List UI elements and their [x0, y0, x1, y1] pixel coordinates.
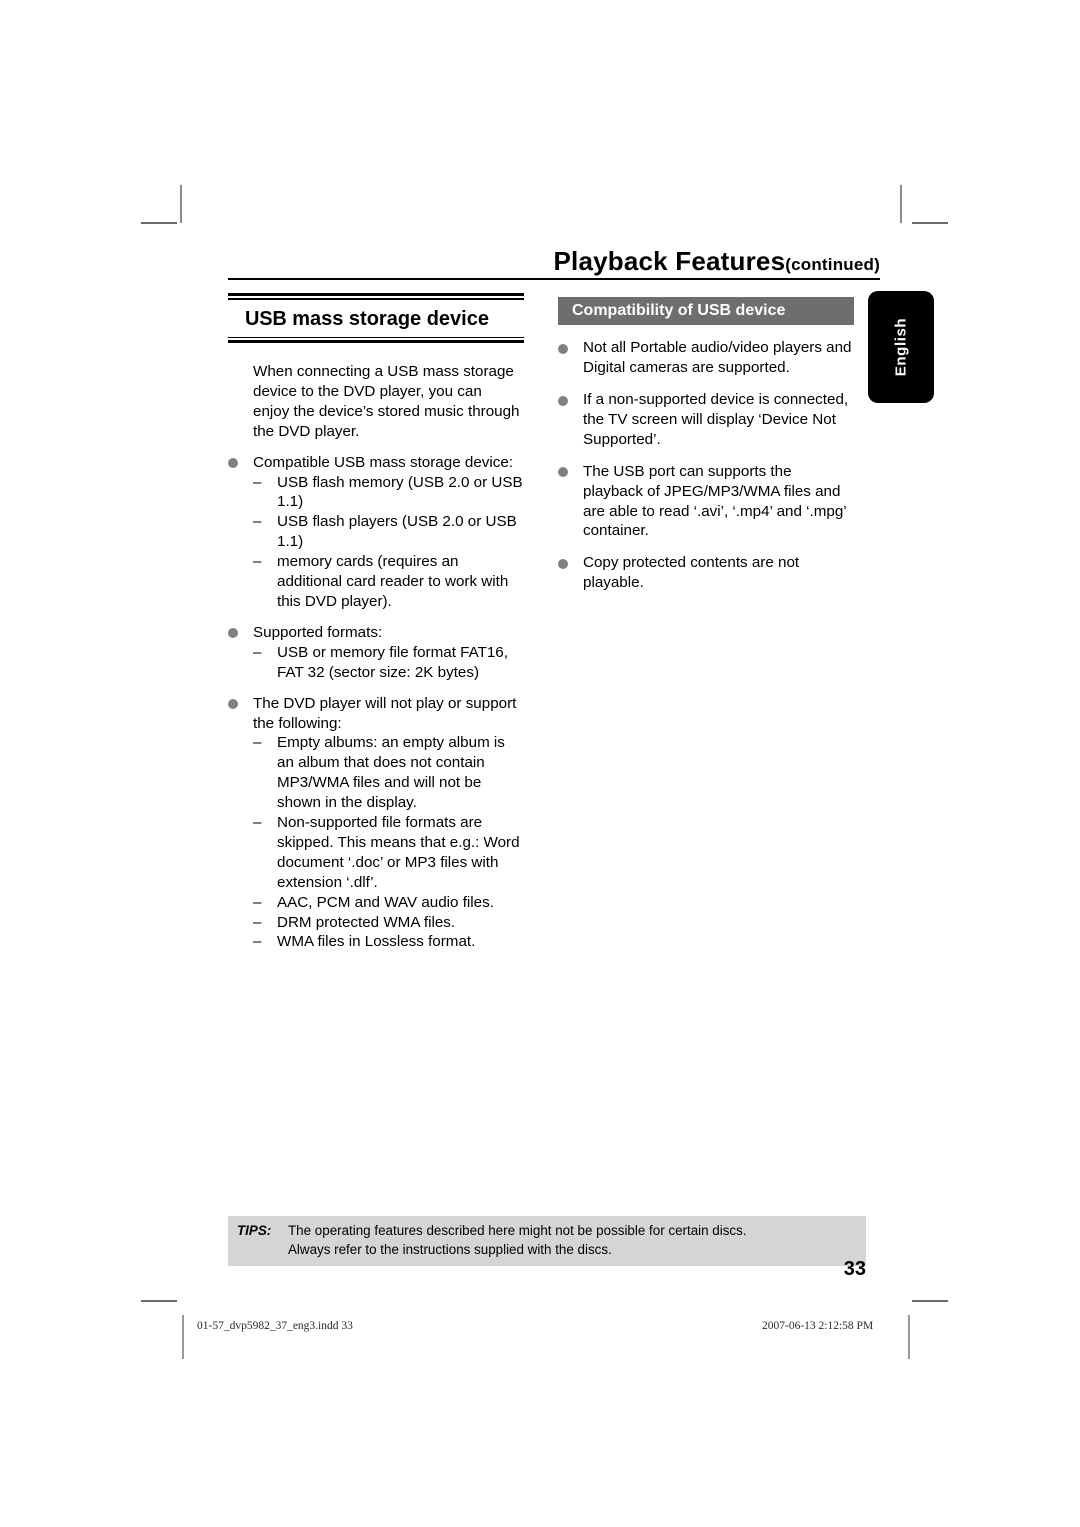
sub-list: – USB or memory file format FAT16, FAT 3…	[253, 643, 524, 683]
crop-mark-top-right-vertical	[900, 185, 902, 223]
sub-list-text: USB or memory file format FAT16, FAT 32 …	[277, 643, 508, 681]
sub-list-item: – USB or memory file format FAT16, FAT 3…	[253, 643, 524, 683]
list-item: Not all Portable audio/video players and…	[558, 338, 854, 378]
sub-list-item: – WMA files in Lossless format.	[253, 932, 524, 952]
sub-list-text: WMA files in Lossless format.	[277, 933, 476, 951]
list-item: Compatible USB mass storage device: – US…	[228, 453, 524, 612]
tips-line-1: The operating features described here mi…	[288, 1223, 747, 1238]
page-title-rule	[228, 278, 880, 280]
page-number: 33	[843, 1258, 866, 1280]
list-item: Supported formats: – USB or memory file …	[228, 623, 524, 683]
bullet-dot-icon	[558, 467, 568, 478]
page-title: Playback Features(continued)	[228, 246, 880, 276]
usb-section-heading-rest: mass storage device	[286, 307, 489, 330]
usb-section-heading-lead: USB	[245, 307, 287, 330]
usb-section-heading: USB mass storage device	[228, 293, 524, 343]
sub-list-item: – DRM protected WMA files.	[253, 913, 524, 933]
bullet-dot-icon	[558, 343, 568, 354]
usb-intro-paragraph: When connecting a USB mass storage devic…	[253, 363, 520, 440]
bullet-text: Copy protected contents are not playable…	[583, 554, 800, 592]
tips-line-2: Always refer to the instructions supplie…	[288, 1241, 612, 1257]
bullet-dot-icon	[558, 395, 568, 406]
sub-list-item: – AAC, PCM and WAV audio files.	[253, 893, 524, 913]
sub-list-text: AAC, PCM and WAV audio files.	[277, 893, 494, 911]
dash-bullet-icon: –	[253, 913, 262, 931]
tips-row: TIPS: The operating features described h…	[228, 1222, 866, 1241]
bullet-text: The DVD player will not play or support …	[253, 694, 517, 732]
sub-list-item: – memory cards (requires an additional c…	[253, 552, 524, 612]
compatibility-band-title: Compatibility of USB device	[558, 297, 854, 326]
list-item: If a non-supported device is connected, …	[558, 390, 854, 450]
bullet-text: Compatible USB mass storage device:	[253, 453, 513, 471]
list-item: Copy protected contents are not playable…	[558, 553, 854, 593]
list-item: The DVD player will not play or support …	[228, 694, 524, 953]
bullet-text: Supported formats:	[253, 623, 383, 641]
sub-list-item: – Non-supported file formats are skipped…	[253, 813, 524, 893]
dash-bullet-icon: –	[253, 553, 262, 571]
tips-label: TIPS:	[237, 1223, 272, 1238]
tips-row: Always refer to the instructions supplie…	[228, 1241, 866, 1260]
sub-list: – USB flash memory (USB 2.0 or USB 1.1) …	[253, 473, 524, 612]
sub-list-item: – USB flash memory (USB 2.0 or USB 1.1)	[253, 473, 524, 513]
bullet-dot-icon	[228, 699, 238, 710]
tips-band: TIPS: The operating features described h…	[228, 1216, 866, 1266]
list-item: The USB port can supports the playback o…	[558, 462, 854, 542]
footer-rule-left	[182, 1315, 184, 1359]
left-column: USB mass storage device When connecting …	[228, 293, 524, 952]
dash-bullet-icon: –	[253, 473, 262, 491]
footer-rule-right	[908, 1315, 910, 1359]
page-title-continued: (continued)	[785, 255, 880, 274]
usb-bullet-list: Compatible USB mass storage device: – US…	[228, 453, 524, 953]
dash-bullet-icon: –	[253, 643, 262, 661]
sub-list-text: Empty albums: an empty album is an album…	[277, 734, 505, 812]
footer-file-name: 01-57_dvp5982_37_eng3.indd 33	[197, 1320, 353, 1332]
bullet-text: The USB port can supports the playback o…	[583, 462, 847, 540]
sub-list-text: USB flash players (USB 2.0 or USB 1.1)	[277, 513, 517, 551]
crop-mark-top-right-horizontal	[912, 222, 948, 224]
language-tab-label: English	[892, 317, 910, 377]
bullet-dot-icon	[558, 558, 568, 569]
page-title-main: Playback Features	[553, 246, 786, 276]
dash-bullet-icon: –	[253, 814, 262, 832]
footer-timestamp: 2007-06-13 2:12:58 PM	[762, 1320, 874, 1332]
bullet-text: Not all Portable audio/video players and…	[583, 339, 852, 377]
dash-bullet-icon: –	[253, 893, 262, 911]
right-column: Compatibility of USB device Not all Port…	[558, 297, 854, 593]
sub-list-text: USB flash memory (USB 2.0 or USB 1.1)	[277, 473, 523, 511]
sub-list: – Empty albums: an empty album is an alb…	[253, 733, 524, 952]
dash-bullet-icon: –	[253, 933, 262, 951]
compatibility-bullet-list: Not all Portable audio/video players and…	[558, 338, 854, 593]
heading-rule-bottom-thick	[228, 340, 524, 343]
crop-mark-bottom-right-horizontal	[912, 1300, 948, 1302]
sub-list-text: Non-supported file formats are skipped. …	[277, 814, 520, 891]
sub-list-text: memory cards (requires an additional car…	[277, 553, 509, 610]
sub-list-item: – Empty albums: an empty album is an alb…	[253, 733, 524, 813]
crop-mark-bottom-left-horizontal	[141, 1300, 177, 1302]
bullet-text: If a non-supported device is connected, …	[583, 391, 849, 448]
language-tab: English	[868, 291, 934, 403]
dash-bullet-icon: –	[253, 513, 262, 531]
dash-bullet-icon: –	[253, 734, 262, 752]
crop-mark-top-left-vertical	[180, 185, 182, 223]
usb-section-heading-text: USB mass storage device	[228, 300, 524, 337]
bullet-dot-icon	[228, 458, 238, 469]
sub-list-item: – USB flash players (USB 2.0 or USB 1.1)	[253, 512, 524, 552]
bullet-dot-icon	[228, 628, 238, 639]
crop-mark-top-left-horizontal	[141, 222, 177, 224]
sub-list-text: DRM protected WMA files.	[277, 913, 456, 931]
